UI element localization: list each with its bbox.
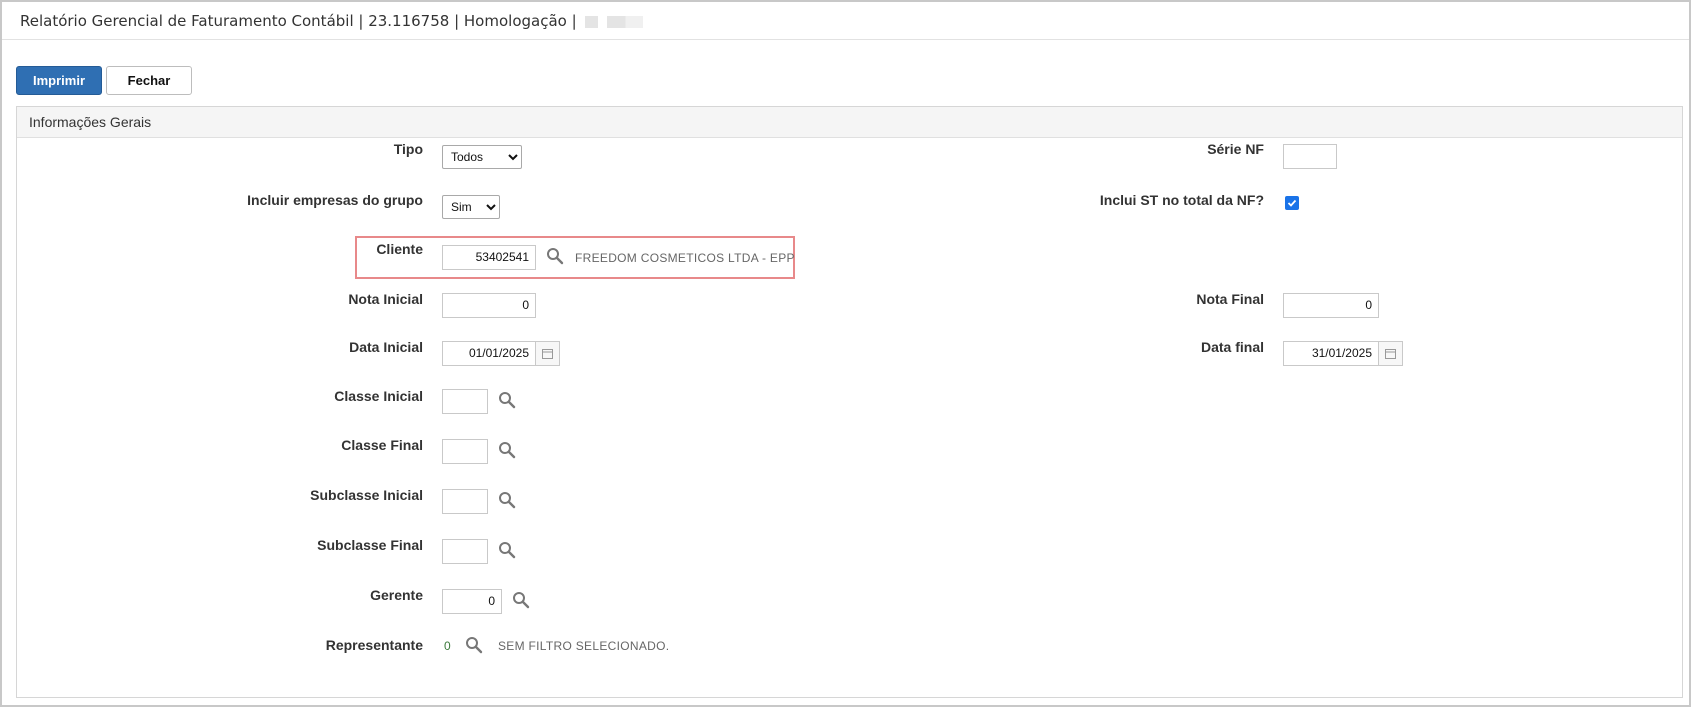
tipo-select[interactable]: Todos — [442, 145, 522, 169]
classe-inicial-input[interactable] — [442, 389, 488, 414]
checkmark-icon — [1287, 199, 1297, 207]
cliente-search-icon[interactable] — [546, 247, 564, 265]
classe-final-input[interactable] — [442, 439, 488, 464]
data-final-input[interactable]: 31/01/2025 — [1283, 341, 1379, 366]
nota-final-label: Nota Final — [1196, 291, 1264, 307]
subclasse-final-input[interactable] — [442, 539, 488, 564]
inclui-st-checkbox[interactable] — [1285, 196, 1299, 210]
window-title-bar: Relatório Gerencial de Faturamento Contá… — [2, 2, 1689, 40]
report-window: Relatório Gerencial de Faturamento Contá… — [0, 0, 1691, 707]
data-inicial-calendar-button[interactable] — [536, 341, 560, 366]
inclui-st-label: Inclui ST no total da NF? — [1099, 192, 1264, 208]
classe-inicial-search-icon[interactable] — [498, 391, 516, 409]
cliente-input[interactable]: 53402541 — [442, 245, 536, 270]
gerente-search-icon[interactable] — [512, 591, 530, 609]
gerente-label: Gerente — [370, 587, 423, 603]
data-inicial-label: Data Inicial — [349, 339, 423, 355]
nota-inicial-input[interactable]: 0 — [442, 293, 536, 318]
representante-description: SEM FILTRO SELECIONADO. — [498, 639, 670, 653]
data-inicial-input[interactable]: 01/01/2025 — [442, 341, 536, 366]
representante-value: 0 — [444, 639, 451, 653]
representante-search-icon[interactable] — [465, 636, 483, 654]
data-final-label: Data final — [1200, 339, 1264, 355]
nota-final-input[interactable]: 0 — [1283, 293, 1379, 318]
representante-label: Representante — [325, 637, 423, 653]
subclasse-inicial-search-icon[interactable] — [498, 491, 516, 509]
classe-inicial-label: Classe Inicial — [334, 388, 423, 404]
classe-final-label: Classe Final — [341, 437, 423, 453]
close-button[interactable]: Fechar — [106, 66, 192, 95]
incluir-empresas-select[interactable]: Sim — [442, 195, 500, 219]
cliente-label: Cliente — [376, 241, 423, 257]
subclasse-final-search-icon[interactable] — [498, 541, 516, 559]
redacted-environment — [585, 15, 644, 28]
general-info-panel: Informações Gerais Tipo Todos Incluir em… — [16, 106, 1683, 698]
gerente-input[interactable]: 0 — [442, 589, 502, 614]
calendar-icon — [542, 349, 553, 359]
cliente-description: FREEDOM COSMETICOS LTDA - EPP — [575, 251, 795, 265]
classe-final-search-icon[interactable] — [498, 441, 516, 459]
window-title: Relatório Gerencial de Faturamento Contá… — [20, 12, 577, 30]
serie-nf-label: Série NF — [1207, 141, 1264, 157]
subclasse-inicial-input[interactable] — [442, 489, 488, 514]
subclasse-final-label: Subclasse Final — [317, 537, 423, 553]
nota-inicial-label: Nota Inicial — [348, 291, 423, 307]
subclasse-inicial-label: Subclasse Inicial — [310, 487, 423, 503]
serie-nf-input[interactable] — [1283, 144, 1337, 169]
tipo-label: Tipo — [393, 141, 423, 157]
data-final-calendar-button[interactable] — [1379, 341, 1403, 366]
panel-title: Informações Gerais — [17, 107, 1682, 138]
calendar-icon — [1385, 349, 1396, 359]
incluir-empresas-label: Incluir empresas do grupo — [247, 192, 423, 208]
print-button[interactable]: Imprimir — [16, 66, 102, 95]
